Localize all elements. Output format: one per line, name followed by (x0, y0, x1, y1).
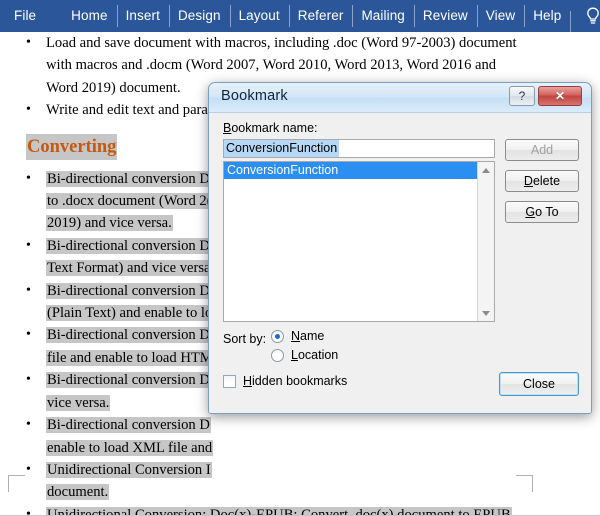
radio-indicator-name[interactable] (271, 329, 284, 343)
tab-layout[interactable]: Layout (229, 0, 289, 32)
dialog-title-text: Bookmark (221, 88, 288, 104)
bookmark-list-scrollbar[interactable] (477, 162, 494, 321)
hidden-bookmarks-checkbox[interactable]: Hidden bookmarks (223, 374, 347, 388)
doc-line: enable to load XML file and (46, 439, 214, 456)
radio-indicator-location[interactable] (271, 348, 284, 362)
sort-radio-name-label: Name (291, 329, 325, 343)
help-icon-button[interactable]: ? (509, 86, 535, 106)
close-icon-button[interactable]: ✕ (538, 86, 582, 106)
go-to-button[interactable]: Go To (505, 201, 579, 223)
scroll-down-icon[interactable] (478, 305, 494, 321)
tab-file[interactable]: File (0, 0, 52, 32)
heading-text: Converting (26, 133, 118, 160)
list-item: Bi-directional conversion D enable to lo… (0, 414, 600, 459)
tell-me-control[interactable]: Tell me (570, 6, 600, 32)
tab-review[interactable]: Review (413, 0, 477, 32)
bookmark-list[interactable]: ConversionFunction (223, 161, 495, 322)
bookmark-name-label: Bookmark name: (223, 121, 318, 135)
tab-mailings[interactable]: Mailing (352, 0, 413, 32)
ribbon-tab-bar: File Home Insert Design Layout Referer M… (0, 0, 600, 32)
delete-button[interactable]: Delete (505, 170, 579, 192)
doc-line: with macros and .docm (Word 2007, Word 2… (46, 57, 497, 74)
hidden-bookmarks-label: Hidden bookmarks (243, 374, 348, 388)
word-application-window: File Home Insert Design Layout Referer M… (0, 0, 600, 516)
bookmark-name-input[interactable]: ConversionFunction (223, 139, 495, 158)
checkbox-indicator-hidden[interactable] (223, 374, 236, 388)
sort-radio-name[interactable]: Name (271, 329, 324, 343)
tab-help[interactable]: Help (524, 0, 570, 32)
list-item: Unidirectional Conversion I document. (0, 459, 600, 504)
list-item[interactable]: ConversionFunction (224, 162, 494, 179)
close-button[interactable]: Close (499, 372, 579, 396)
tab-view[interactable]: View (476, 0, 524, 32)
scroll-up-icon[interactable] (478, 162, 494, 178)
sort-by-label: Sort by: (223, 332, 267, 346)
tab-insert[interactable]: Insert (116, 0, 169, 32)
lightbulb-icon (584, 6, 600, 26)
tab-references[interactable]: Referer (288, 0, 353, 32)
dialog-title-bar[interactable]: Bookmark ? ✕ (209, 83, 591, 113)
add-button[interactable]: Add (505, 139, 579, 161)
bookmark-name-input-value: ConversionFunction (224, 140, 340, 157)
doc-line: Load and save document with macros, incl… (46, 35, 517, 51)
sort-radio-location-label: Location (291, 348, 339, 362)
tab-home[interactable]: Home (62, 0, 116, 32)
doc-line: Bi-directional conversion D (46, 417, 211, 434)
page-margin-corner-bottom-right (516, 475, 533, 492)
sort-radio-location[interactable]: Location (271, 348, 338, 362)
bookmark-dialog: Bookmark ? ✕ Bookmark name: ConversionFu… (208, 82, 592, 414)
page-margin-corner-bottom-left (8, 475, 25, 492)
tab-design[interactable]: Design (168, 0, 230, 32)
dialog-body: Bookmark name: ConversionFunction Conver… (209, 113, 591, 413)
